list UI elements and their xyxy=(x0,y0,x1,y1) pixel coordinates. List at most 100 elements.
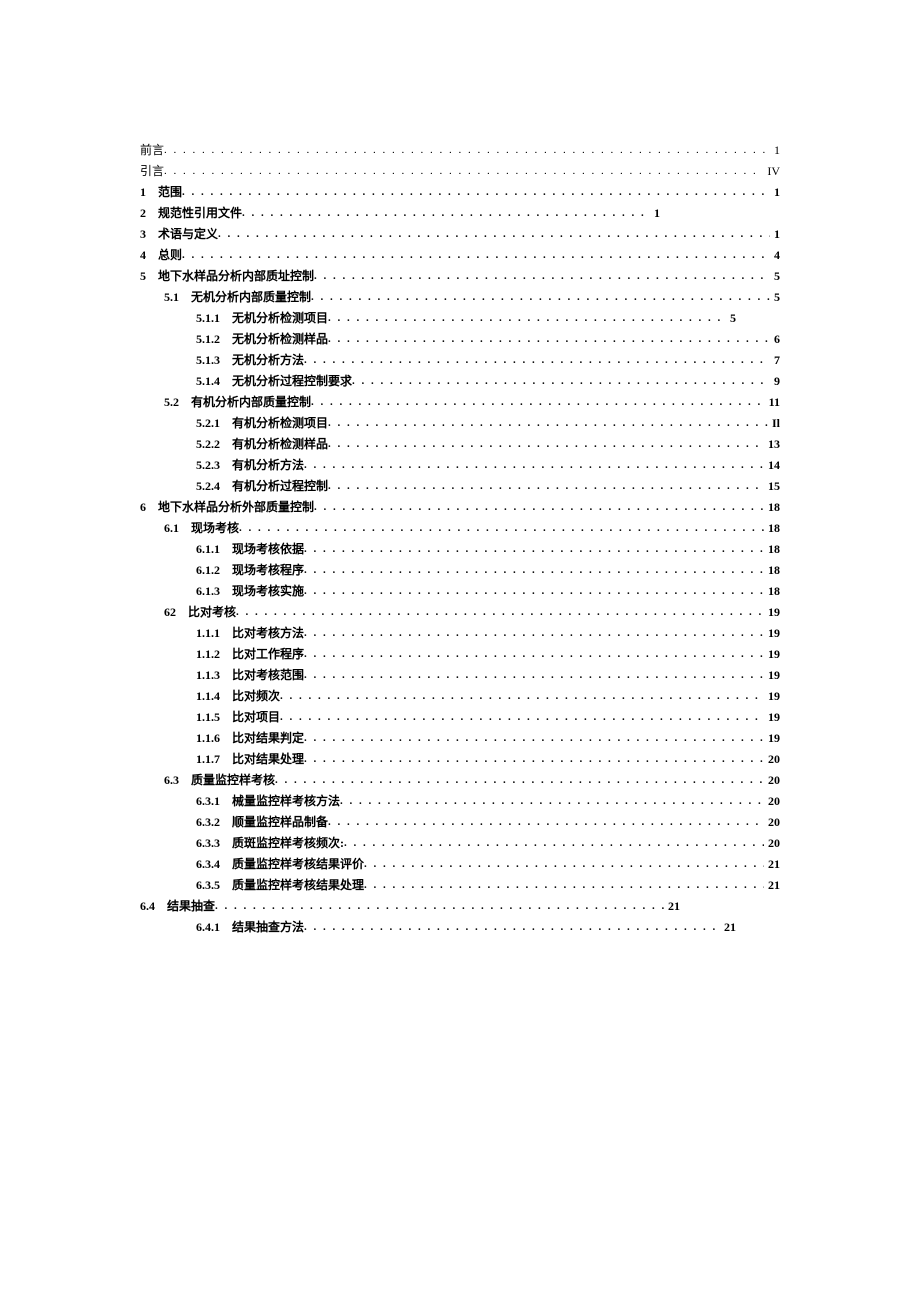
toc-entry: 5.2.4有机分析过程控制15 xyxy=(140,476,780,497)
toc-entry-title: 地下水样品分析外部质量控制 xyxy=(158,497,314,517)
toc-entry: 5.2有机分析内部质量控制11 xyxy=(140,392,780,413)
toc-entry-number: 6.4.1 xyxy=(196,917,232,937)
toc-entry-page: 21 xyxy=(664,896,680,916)
toc-entry-page: 21 xyxy=(764,875,780,895)
toc-entry-number: 6.1 xyxy=(164,518,191,538)
toc-entry-title: 结果抽查 xyxy=(167,896,215,916)
toc-entry-title: 引言 xyxy=(140,161,164,181)
toc-dot-leader xyxy=(314,266,770,286)
toc-entry: 6.1.2现场考核程序18 xyxy=(140,560,780,581)
toc-entry-page: 20 xyxy=(764,770,780,790)
toc-entry: 4总则4 xyxy=(140,245,780,266)
toc-page: 前言1引言IV1范围12规范性引用文件13术语与定义14总则45地下水样品分析内… xyxy=(0,0,920,1301)
toc-dot-leader xyxy=(304,539,764,559)
toc-entry-page: 19 xyxy=(764,665,780,685)
toc-entry-page: 18 xyxy=(764,560,780,580)
toc-entry: 5.1.3无机分析方法7 xyxy=(140,350,780,371)
toc-entry-number: 6.1.3 xyxy=(196,581,232,601)
toc-entry-page: 15 xyxy=(764,476,780,496)
toc-dot-leader xyxy=(304,644,764,664)
toc-entry-number: 1.1.1 xyxy=(196,623,232,643)
toc-dot-leader xyxy=(304,665,764,685)
toc-dot-leader xyxy=(164,140,770,160)
toc-entry-page: 1 xyxy=(650,203,660,223)
toc-entry: 6.3.2顺量监控样品制备20 xyxy=(140,812,780,833)
toc-entry-page: 19 xyxy=(764,623,780,643)
toc-entry-page: 20 xyxy=(764,833,780,853)
toc-entry-number: 5.1 xyxy=(164,287,191,307)
toc-dot-leader xyxy=(304,728,764,748)
toc-entry-title: 质量监控样考核 xyxy=(191,770,275,790)
toc-entry: 6.4.1结果抽查方法21 xyxy=(140,917,736,938)
toc-entry-number: 62 xyxy=(164,602,188,622)
toc-entry-number: 6.1.1 xyxy=(196,539,232,559)
toc-entry: 1.1.2比对工作程序19 xyxy=(140,644,780,665)
toc-entry-page: 1 xyxy=(770,224,780,244)
toc-entry: 2规范性引用文件 1 xyxy=(140,203,660,224)
toc-dot-leader xyxy=(304,917,720,937)
toc-entry: 6地下水样品分析外部质量控制18 xyxy=(140,497,780,518)
toc-dot-leader xyxy=(328,476,764,496)
toc-entry-page: 5 xyxy=(770,287,780,307)
toc-entry: 6.4结果抽查 21 xyxy=(140,896,680,917)
toc-entry-number: 5 xyxy=(140,266,158,286)
toc-entry: 5.1无机分析内部质量控制5 xyxy=(140,287,780,308)
toc-entry-number: 4 xyxy=(140,245,158,265)
toc-entry-page: 5 xyxy=(770,266,780,286)
toc-entry: 1.1.1比对考核方法19 xyxy=(140,623,780,644)
toc-entry-page: IV xyxy=(763,161,780,181)
toc-dot-leader xyxy=(280,707,764,727)
toc-entry: 5.2.3有机分析方法14 xyxy=(140,455,780,476)
toc-dot-leader xyxy=(328,308,726,328)
toc-dot-leader xyxy=(328,329,770,349)
toc-entry: 6.3.3质斑监控样考核频次:20 xyxy=(140,833,780,854)
toc-entry-page: 19 xyxy=(764,728,780,748)
toc-dot-leader xyxy=(311,287,770,307)
toc-dot-leader xyxy=(328,812,764,832)
toc-entry-number: 5.2.4 xyxy=(196,476,232,496)
toc-entry-page: 1 xyxy=(770,140,780,160)
toc-entry-page: 19 xyxy=(764,686,780,706)
toc-entry: 1.1.4比对频次19 xyxy=(140,686,780,707)
toc-entry: 6.1.3现场考核实施 18 xyxy=(140,581,780,602)
toc-entry: 6.3.5质量监控样考核结果处理21 xyxy=(140,875,780,896)
toc-entry-title: 有机分析检测样品 xyxy=(232,434,328,454)
toc-entry: 1.1.5比对项目19 xyxy=(140,707,780,728)
toc-entry-number: 6.4 xyxy=(140,896,167,916)
toc-dot-leader xyxy=(304,623,764,643)
toc-entry-number: 6.3.5 xyxy=(196,875,232,895)
toc-dot-leader xyxy=(304,581,764,601)
toc-entry-number: 5.2.3 xyxy=(196,455,232,475)
toc-entry-page: 1 xyxy=(770,182,780,202)
toc-dot-leader xyxy=(215,896,664,916)
toc-dot-leader xyxy=(182,245,770,265)
toc-entry-number: 6.3.4 xyxy=(196,854,232,874)
toc-dot-leader xyxy=(304,560,764,580)
toc-entry: 5.1.1无机分析检测项目5 xyxy=(140,308,736,329)
toc-entry-page: 4 xyxy=(770,245,780,265)
toc-entry-title: 比对工作程序 xyxy=(232,644,304,664)
toc-dot-leader xyxy=(164,161,763,181)
toc-entry-number: 5.2.2 xyxy=(196,434,232,454)
toc-entry-title: 现场考核实施 xyxy=(232,581,304,601)
toc-dot-leader xyxy=(311,392,765,412)
toc-dot-leader xyxy=(236,602,764,622)
toc-entry-page: 19 xyxy=(764,707,780,727)
toc-dot-leader xyxy=(304,350,770,370)
toc-entry-title: 质量监控样考核结果评价 xyxy=(232,854,364,874)
toc-entry-number: 2 xyxy=(140,203,158,223)
toc-entry-title: 有机分析检测项目 xyxy=(232,413,328,433)
toc-entry-page: 20 xyxy=(764,812,780,832)
toc-entry: 5.1.2无机分析检测样品6 xyxy=(140,329,780,350)
toc-entry-page: 9 xyxy=(770,371,780,391)
toc-entry: 1范围1 xyxy=(140,182,780,203)
toc-entry-number: 1.1.2 xyxy=(196,644,232,664)
toc-entry-number: 1.1.3 xyxy=(196,665,232,685)
toc-entry-number: 1.1.5 xyxy=(196,707,232,727)
toc-entry-number: 5.1.1 xyxy=(196,308,232,328)
toc-entry-number: 6 xyxy=(140,497,158,517)
toc-entry-title: 规范性引用文件 xyxy=(158,203,242,223)
toc-entry-page: 18 xyxy=(764,581,780,601)
toc-dot-leader xyxy=(364,854,764,874)
toc-entry-title: 总则 xyxy=(158,245,182,265)
